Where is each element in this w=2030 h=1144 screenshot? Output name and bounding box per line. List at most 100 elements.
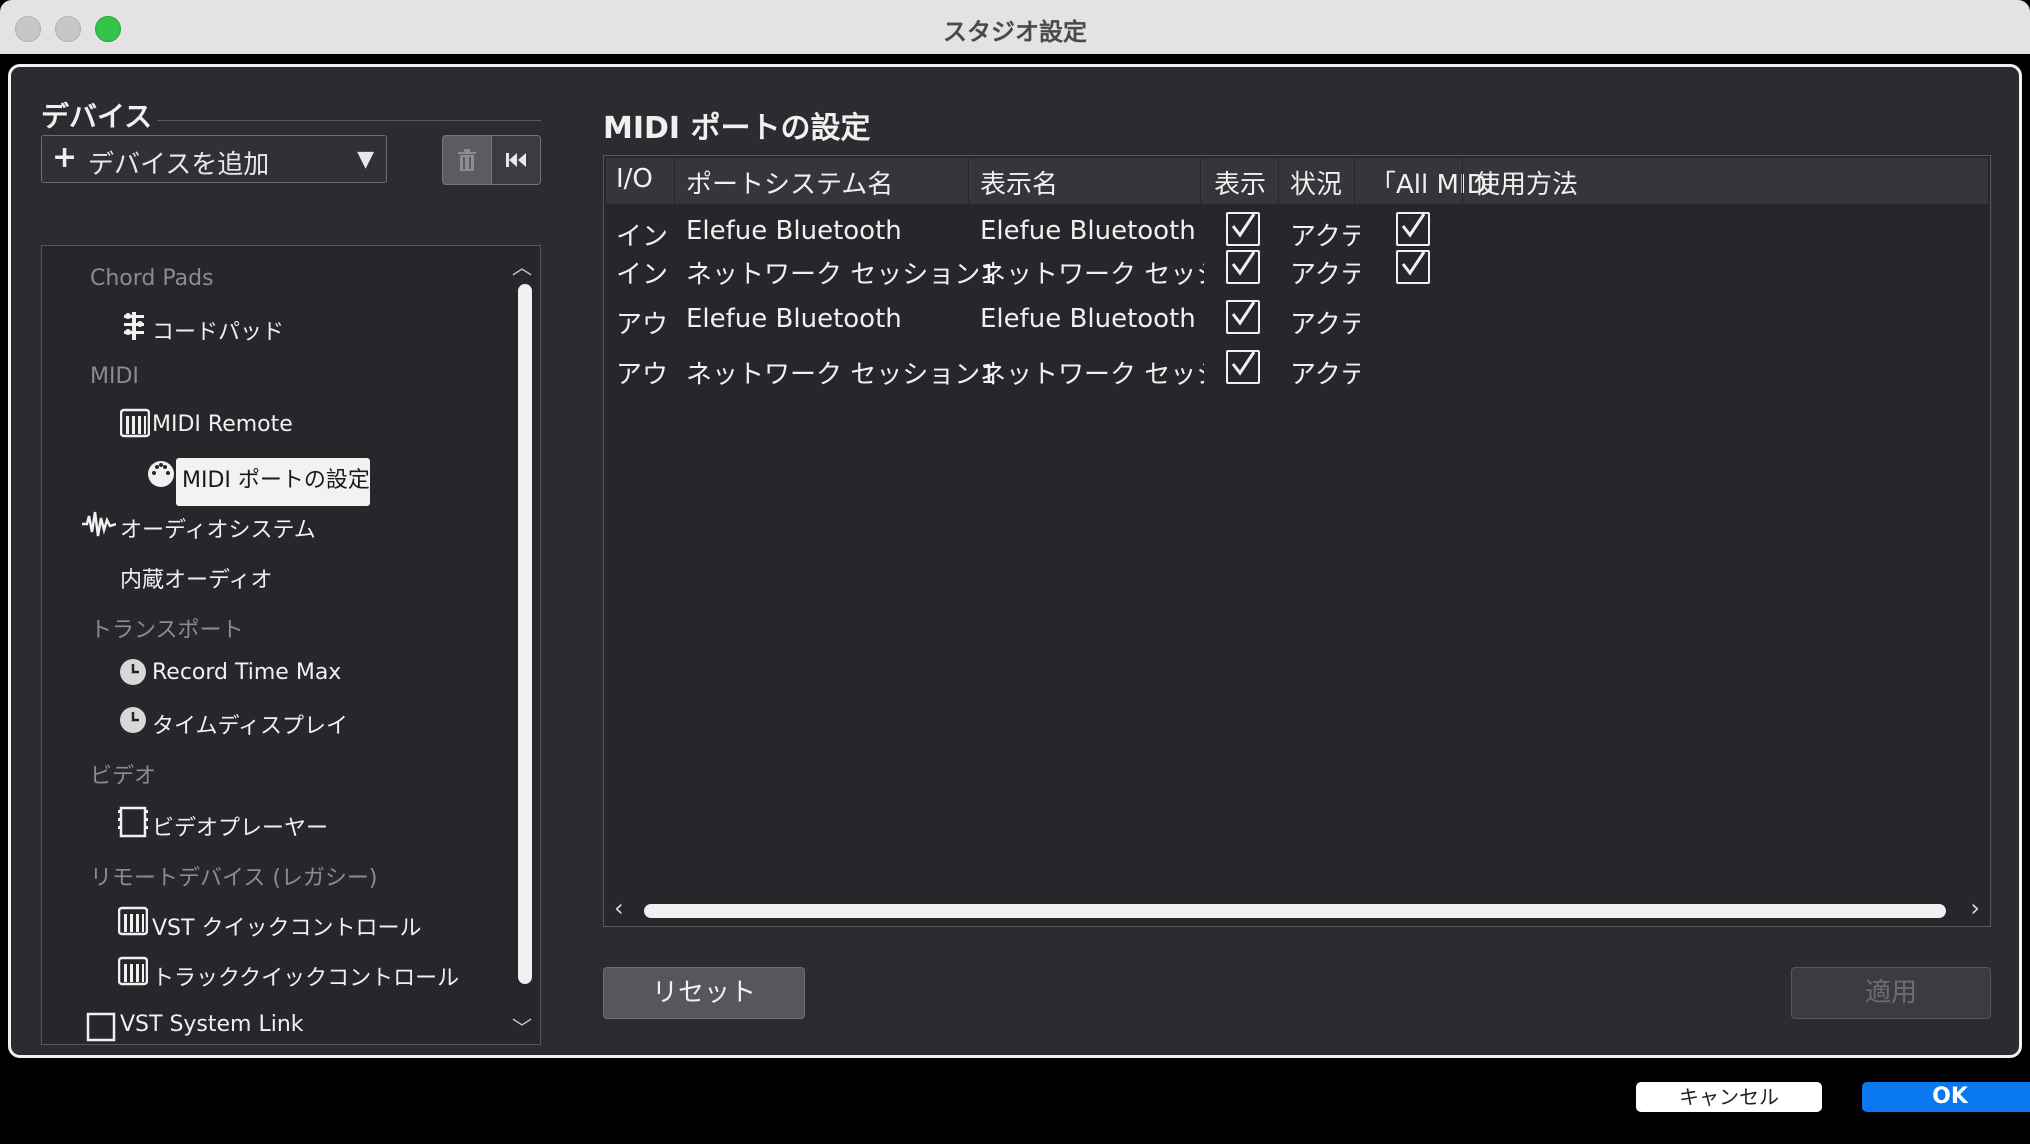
visible-checkbox[interactable] bbox=[1226, 300, 1260, 334]
cell-display-name[interactable]: Elefue Bluetooth bbox=[980, 304, 1204, 334]
tree-item-track-quick-controls[interactable]: トラッククイックコントロール bbox=[118, 956, 460, 992]
film-icon bbox=[118, 806, 148, 838]
midi-keyboard-icon bbox=[120, 408, 150, 438]
tree-category-chord-pads[interactable]: Chord Pads bbox=[90, 266, 214, 291]
visible-checkbox[interactable] bbox=[1226, 212, 1260, 246]
midi-keyboard-icon bbox=[118, 906, 148, 936]
cell-display-name[interactable]: Elefue Bluetooth bbox=[980, 216, 1204, 246]
trash-icon bbox=[458, 149, 476, 171]
visible-checkbox[interactable] bbox=[1226, 350, 1260, 384]
tree-item-label: MIDI Remote bbox=[152, 412, 293, 437]
midi-keyboard-icon bbox=[118, 956, 148, 986]
column-header-io[interactable]: I/O bbox=[616, 164, 653, 194]
tree-item-builtin-audio[interactable]: 内蔵オーディオ bbox=[120, 562, 272, 594]
ok-button[interactable]: OK bbox=[1862, 1082, 2030, 1112]
rewind-icon bbox=[506, 153, 526, 167]
all-midi-checkbox[interactable] bbox=[1396, 250, 1430, 284]
midi-ports-table: I/O ポートシステム名 表示名 表示 状況 「All MIDI 使用方法 イン… bbox=[603, 155, 1991, 927]
cancel-button[interactable]: キャンセル bbox=[1636, 1082, 1822, 1112]
tree-item-vst-system-link[interactable]: VST System Link bbox=[86, 1012, 304, 1042]
tree-item-midi-port-settings[interactable]: MIDI ポートの設定 bbox=[148, 461, 370, 494]
cell-status: アクティ bbox=[1290, 310, 1360, 340]
tree-category-video[interactable]: ビデオ bbox=[90, 758, 156, 790]
cell-system-name: Elefue Bluetooth bbox=[686, 304, 902, 334]
cell-system-name: ネットワーク セッション1 bbox=[686, 260, 997, 290]
checkmark-icon bbox=[1231, 213, 1256, 238]
cell-status: アクティ bbox=[1290, 360, 1360, 390]
scroll-right-arrow[interactable]: › bbox=[1970, 894, 1980, 922]
plus-icon: + bbox=[52, 140, 78, 175]
tree-category-midi[interactable]: MIDI bbox=[90, 364, 139, 389]
cell-display-name[interactable]: ネットワーク セッション bbox=[980, 254, 1204, 291]
table-row[interactable]: イン ネットワーク セッション1 ネットワーク セッション アクティ bbox=[606, 246, 1988, 294]
column-divider bbox=[1354, 158, 1355, 204]
devices-section-title: デバイス bbox=[41, 100, 153, 133]
table-row[interactable]: アウ Elefue Bluetooth Elefue Bluetooth アクテ… bbox=[606, 296, 1988, 344]
cell-io: アウ bbox=[616, 310, 669, 340]
studio-settings-panel: デバイス + デバイスを追加 ▼ Chord Pads コードパッド MIDI … bbox=[8, 64, 2022, 1058]
column-header-visible[interactable]: 表示 bbox=[1214, 164, 1266, 201]
tree-item-midi-remote[interactable]: MIDI Remote bbox=[120, 408, 293, 438]
column-header-system-name[interactable]: ポートシステム名 bbox=[686, 164, 893, 201]
tree-item-label: MIDI ポートの設定 bbox=[182, 468, 370, 493]
tree-item-vst-quick-controls[interactable]: VST クイックコントロール bbox=[118, 906, 421, 942]
tree-item-label: Record Time Max bbox=[152, 660, 342, 685]
device-panel: デバイス + デバイスを追加 ▼ Chord Pads コードパッド MIDI … bbox=[41, 95, 551, 1045]
tree-category-remote-devices[interactable]: リモートデバイス (レガシー) bbox=[90, 860, 378, 892]
cell-display-name[interactable]: ネットワーク セッション bbox=[980, 354, 1204, 391]
tree-item-label: トラッククイックコントロール bbox=[152, 966, 460, 991]
apply-button[interactable]: 適用 bbox=[1791, 967, 1991, 1019]
waveform-icon bbox=[82, 511, 116, 537]
tree-item-label: ビデオプレーヤー bbox=[152, 816, 329, 841]
section-divider bbox=[157, 120, 541, 121]
tree-item-time-display[interactable]: タイムディスプレイ bbox=[120, 707, 349, 740]
column-header-status[interactable]: 状況 bbox=[1290, 164, 1342, 201]
cell-io: イン bbox=[616, 260, 669, 290]
tree-item-label: オーディオシステム bbox=[120, 518, 316, 543]
cell-status: アクティ bbox=[1290, 260, 1360, 290]
tree-item-record-time-max[interactable]: Record Time Max bbox=[120, 659, 342, 685]
table-row[interactable]: アウ ネットワーク セッション1 ネットワーク セッション アクティ bbox=[606, 346, 1988, 394]
device-tree[interactable]: Chord Pads コードパッド MIDI MIDI Remote MIDI … bbox=[41, 245, 541, 1045]
column-divider bbox=[1462, 158, 1463, 204]
delete-device-button[interactable] bbox=[442, 135, 492, 185]
horizontal-scrollbar[interactable]: ‹ › bbox=[606, 894, 1988, 922]
midi-port-icon bbox=[148, 461, 174, 487]
column-divider bbox=[674, 158, 675, 204]
title-bar: スタジオ設定 bbox=[0, 0, 2030, 54]
table-header: I/O ポートシステム名 表示名 表示 状況 「All MIDI 使用方法 bbox=[606, 158, 1988, 204]
cell-system-name: ネットワーク セッション1 bbox=[686, 360, 997, 390]
column-header-usage[interactable]: 使用方法 bbox=[1474, 164, 1578, 201]
clock-icon bbox=[120, 659, 146, 685]
checkmark-icon bbox=[1231, 251, 1256, 276]
visible-checkbox[interactable] bbox=[1226, 250, 1260, 284]
column-divider bbox=[1278, 158, 1279, 204]
vertical-scrollbar-thumb[interactable] bbox=[518, 284, 532, 984]
column-header-display-name[interactable]: 表示名 bbox=[980, 164, 1058, 201]
chord-pads-icon bbox=[124, 312, 144, 340]
tree-item-chord-pads[interactable]: コードパッド bbox=[124, 312, 284, 346]
tree-category-transport[interactable]: トランスポート bbox=[90, 612, 244, 644]
reset-device-button[interactable] bbox=[491, 135, 541, 185]
clock-icon bbox=[120, 707, 146, 733]
dropdown-arrow-icon: ▼ bbox=[357, 147, 374, 172]
scroll-left-arrow[interactable]: ‹ bbox=[614, 894, 624, 922]
cell-system-name: Elefue Bluetooth bbox=[686, 216, 902, 246]
add-device-dropdown[interactable]: + デバイスを追加 ▼ bbox=[41, 135, 387, 183]
tree-item-label: タイムディスプレイ bbox=[152, 714, 349, 739]
scroll-up-arrow[interactable]: ︿ bbox=[512, 251, 532, 280]
cell-io: アウ bbox=[616, 360, 669, 390]
checkmark-icon bbox=[1231, 301, 1256, 326]
reset-button[interactable]: リセット bbox=[603, 967, 805, 1019]
checkmark-icon bbox=[1401, 251, 1426, 276]
tree-item-label: VST System Link bbox=[120, 1012, 304, 1037]
scroll-down-arrow[interactable]: ﹀ bbox=[512, 1012, 532, 1041]
checkmark-icon bbox=[1231, 351, 1256, 376]
column-divider bbox=[1200, 158, 1201, 204]
all-midi-checkbox[interactable] bbox=[1396, 212, 1430, 246]
column-divider bbox=[968, 158, 969, 204]
horizontal-scrollbar-thumb[interactable] bbox=[644, 904, 1946, 918]
window-title: スタジオ設定 bbox=[943, 18, 1087, 46]
tree-item-video-player[interactable]: ビデオプレーヤー bbox=[118, 806, 329, 842]
tree-item-audio-system[interactable]: オーディオシステム bbox=[82, 511, 316, 544]
